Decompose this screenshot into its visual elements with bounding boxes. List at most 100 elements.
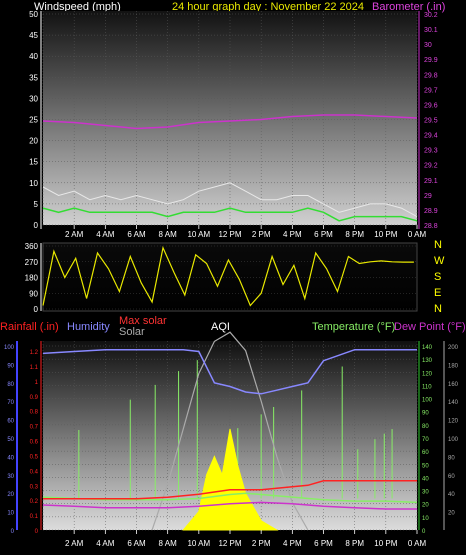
wind-tick-label: 20 [29, 137, 38, 146]
wind-tick-label: 50 [29, 10, 38, 19]
rain-tick-label: 0.1 [30, 514, 39, 520]
humidity-tick-label: 60 [7, 419, 14, 425]
barometer-tick-label: 29.2 [424, 163, 438, 170]
solar-tick-label: 180 [448, 363, 459, 369]
temperature-tick-label: 10 [422, 516, 429, 522]
barometer-tick-label: 28.9 [424, 208, 438, 215]
wind-tick-label: 15 [29, 158, 38, 167]
humidity-tick-label: 0 [11, 529, 15, 535]
barometer-tick-label: 30 [424, 42, 432, 49]
barometer-tick-label: 30.2 [424, 12, 438, 19]
solar-tick-label: 160 [448, 382, 459, 388]
time-tick-label: 2 PM [252, 539, 271, 548]
humidity-tick-label: 20 [7, 492, 14, 498]
wind-tick-label: 35 [29, 73, 38, 82]
compass-label: N [434, 239, 442, 251]
temperature-tick-label: 110 [422, 384, 432, 390]
wind-tick-label: 40 [29, 52, 38, 61]
legend-humidity: Humidity [67, 321, 110, 333]
time-tick-label: 10 AM [187, 230, 210, 239]
wind-panel-background [43, 11, 417, 225]
rain-tick-label: 0.2 [30, 499, 39, 505]
time-tick-label: 4 AM [96, 539, 115, 548]
time-tick-label: 8 PM [345, 230, 364, 239]
compass-label: S [434, 271, 441, 283]
temperature-tick-label: 100 [422, 398, 433, 404]
time-tick-label: 0 AM [408, 539, 427, 548]
barometer-tick-label: 29.3 [424, 148, 438, 155]
temperature-tick-label: 50 [422, 463, 429, 469]
solar-tick-label: 80 [448, 455, 455, 461]
wind-tick-label: 30 [29, 94, 38, 103]
time-tick-label: 6 PM [314, 230, 333, 239]
humidity-tick-label: 10 [7, 511, 14, 517]
rain-tick-label: 0.3 [30, 484, 39, 490]
time-tick-label: 6 PM [314, 539, 333, 548]
solar-tick-label: 120 [448, 419, 459, 425]
direction-tick-label: 0 [34, 305, 39, 314]
time-tick-label: 8 PM [345, 539, 364, 548]
solar-tick-label: 140 [448, 400, 459, 406]
barometer-tick-label: 29.8 [424, 72, 438, 79]
wind-tick-label: 0 [34, 221, 39, 230]
time-tick-label: 6 AM [127, 539, 146, 548]
time-tick-label: 4 PM [283, 539, 302, 548]
solar-tick-label: 100 [448, 437, 459, 443]
temperature-tick-label: 20 [422, 503, 429, 509]
time-tick-label: 12 PM [218, 539, 241, 548]
humidity-tick-label: 70 [7, 400, 14, 406]
time-tick-label: 2 AM [65, 230, 84, 239]
legend-aqi: AQI [211, 321, 230, 333]
time-tick-label: 2 AM [65, 539, 84, 548]
legend-rainfall: Rainfall (.in) [0, 321, 59, 333]
temperature-tick-label: 80 [422, 424, 429, 430]
compass-label: N [434, 303, 442, 315]
direction-tick-label: 360 [25, 242, 39, 251]
rain-tick-label: 1.1 [30, 365, 39, 371]
rain-tick-label: 0.6 [30, 440, 39, 446]
barometer-tick-label: 29 [424, 193, 432, 200]
rain-tick-label: 0.4 [30, 469, 39, 475]
solar-tick-label: 60 [448, 474, 455, 480]
temperature-tick-label: 40 [422, 476, 429, 482]
humidity-tick-label: 40 [7, 455, 14, 461]
rain-tick-label: 1 [35, 380, 39, 386]
time-tick-label: 10 PM [374, 230, 397, 239]
direction-tick-label: 180 [25, 274, 39, 283]
time-tick-label: 8 AM [159, 230, 178, 239]
barometer-tick-label: 28.8 [424, 223, 438, 230]
compass-labels: NWSEN [434, 239, 445, 315]
direction-tick-label: 270 [25, 258, 39, 267]
temperature-tick-label: 70 [422, 437, 429, 443]
legend-temperature: Temperature (°F) [312, 321, 395, 333]
legend-solar: Solar [119, 326, 145, 338]
rain-tick-label: 0.8 [30, 410, 39, 416]
barometer-tick-label: 30.1 [424, 27, 438, 34]
temperature-tick-label: 30 [422, 490, 429, 496]
time-tick-label: 10 AM [187, 539, 210, 548]
rain-tick-label: 0.9 [30, 395, 39, 401]
temperature-tick-label: 130 [422, 358, 433, 364]
temperature-tick-label: 60 [422, 450, 429, 456]
legend-dew-point: Dew Point (°F) [394, 321, 466, 333]
barometer-tick-label: 29.4 [424, 133, 438, 140]
weather-graph: Windspeed (mph) 24 hour graph day : Nove… [0, 1, 466, 548]
temperature-tick-label: 0 [422, 529, 426, 535]
direction-panel-background [42, 242, 418, 312]
direction-panel-axes: 0 90 180 270 360 [25, 242, 42, 314]
humidity-tick-label: 50 [7, 437, 14, 443]
wind-tick-label: 10 [29, 179, 38, 188]
solar-tick-label: 200 [448, 345, 459, 351]
wind-tick-label: 5 [34, 200, 39, 209]
time-tick-label: 8 AM [159, 539, 178, 548]
temperature-tick-label: 90 [422, 411, 429, 417]
compass-label: W [434, 255, 445, 267]
time-tick-label: 6 AM [127, 230, 146, 239]
solar-tick-label: 20 [448, 511, 455, 517]
temperature-tick-label: 120 [422, 371, 433, 377]
humidity-tick-label: 80 [7, 382, 14, 388]
time-tick-label: 4 PM [283, 230, 302, 239]
barometer-tick-label: 29.5 [424, 118, 438, 125]
rain-tick-label: 0.7 [30, 425, 39, 431]
barometer-tick-label: 29.1 [424, 178, 438, 185]
